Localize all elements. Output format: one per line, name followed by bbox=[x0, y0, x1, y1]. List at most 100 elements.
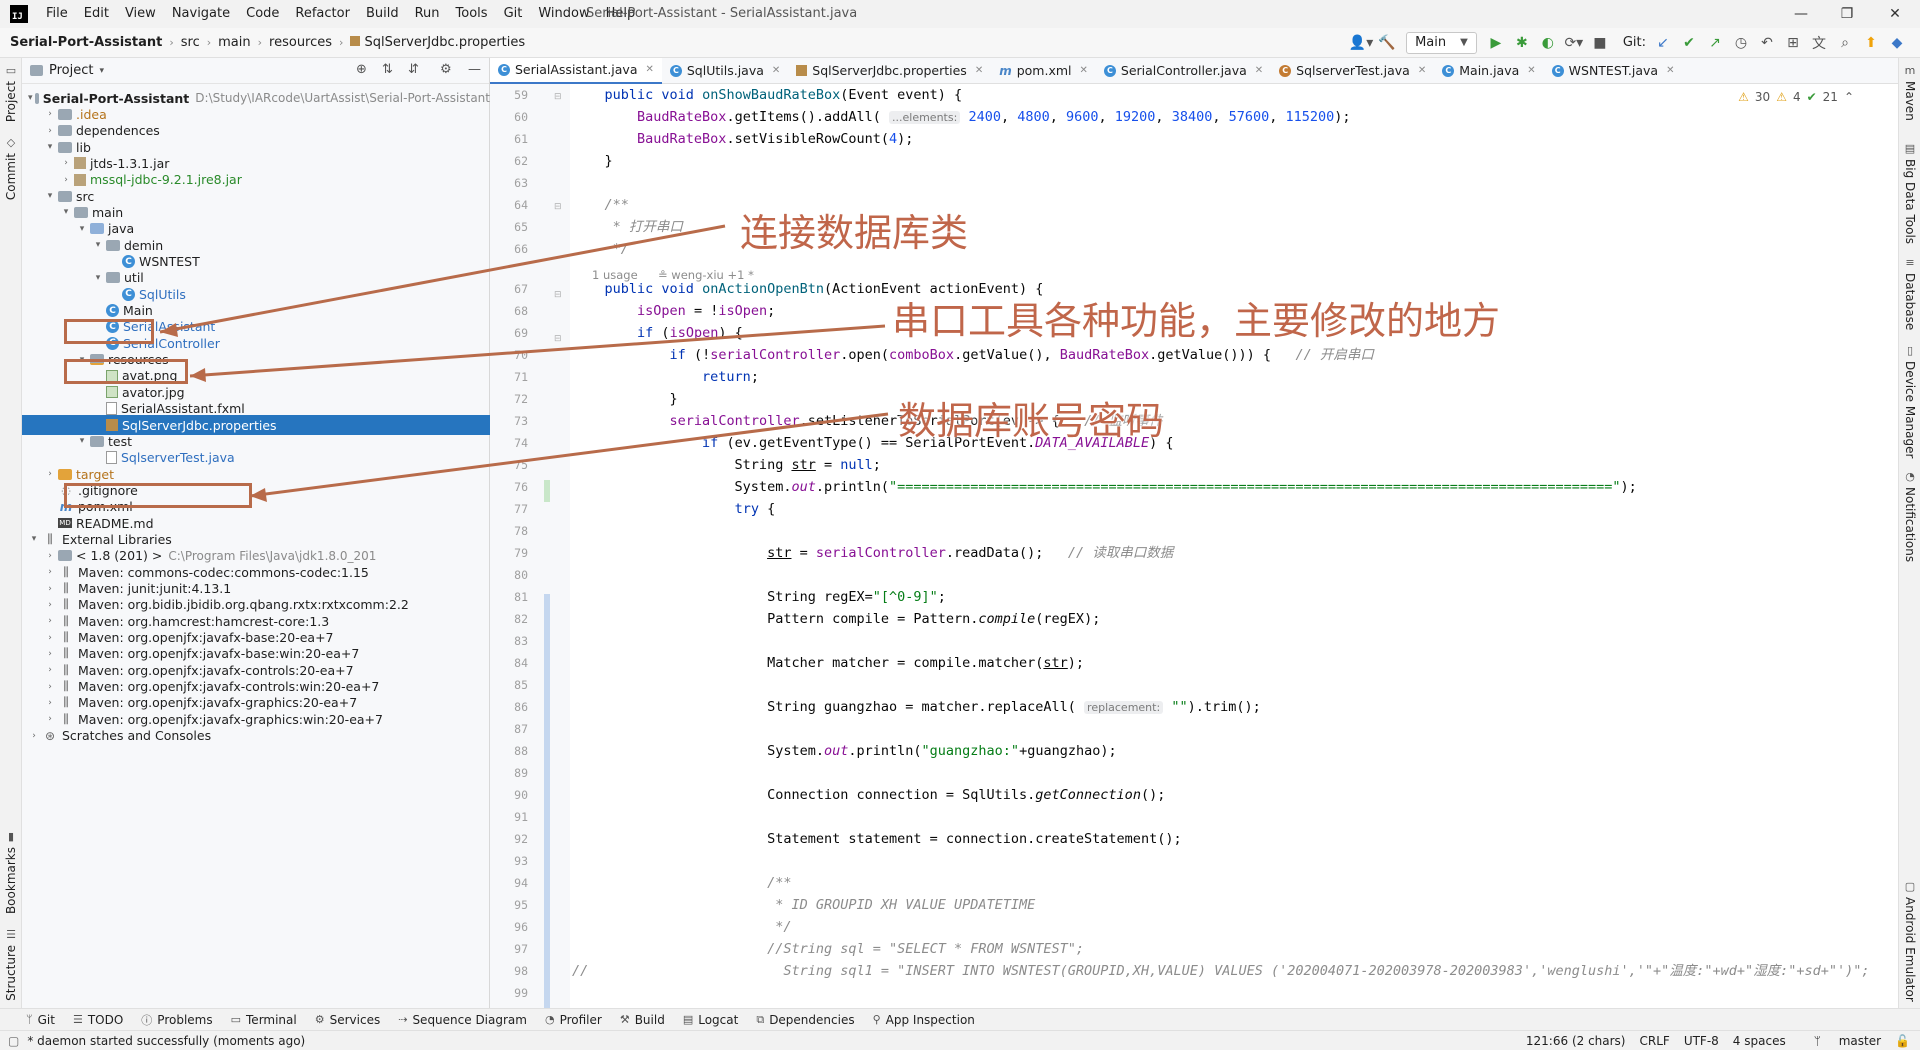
expand-all-icon[interactable]: ⇅ bbox=[382, 62, 393, 77]
git-commit-icon[interactable]: ✔ bbox=[1676, 35, 1702, 51]
profile-icon[interactable]: ⟳▾ bbox=[1561, 35, 1587, 51]
git-push-icon[interactable]: ↗ bbox=[1702, 35, 1728, 51]
chevron-icon[interactable]: › bbox=[28, 731, 40, 741]
run-icon[interactable]: ▶ bbox=[1483, 35, 1509, 51]
close-icon[interactable]: ✕ bbox=[1527, 65, 1535, 76]
tool-sequence-diagram[interactable]: ⇢ Sequence Diagram bbox=[398, 1013, 527, 1027]
translate-icon[interactable]: 文 bbox=[1806, 33, 1832, 53]
build-hammer-icon[interactable]: 🔨 bbox=[1374, 35, 1400, 51]
menu-edit[interactable]: Edit bbox=[76, 0, 117, 28]
chevron-icon[interactable]: ▾ bbox=[92, 273, 104, 283]
chevron-icon[interactable]: ▾ bbox=[44, 142, 56, 152]
menu-build[interactable]: Build bbox=[358, 0, 407, 28]
run-configuration-select[interactable]: Main ▼ bbox=[1406, 31, 1477, 54]
database-tool-tab[interactable]: ≡ Database bbox=[1899, 256, 1920, 330]
chevron-icon[interactable]: › bbox=[44, 567, 56, 577]
tool-git[interactable]: ᛘ Git bbox=[26, 1013, 55, 1027]
chevron-icon[interactable]: › bbox=[44, 698, 56, 708]
close-icon[interactable]: ✕ bbox=[1418, 65, 1426, 76]
chevron-icon[interactable]: › bbox=[60, 175, 72, 185]
chevron-icon[interactable]: ▾ bbox=[76, 224, 88, 234]
chevron-icon[interactable]: › bbox=[44, 665, 56, 675]
editor-tab[interactable]: C SqlserverTest.java ✕ bbox=[1271, 58, 1434, 84]
chevron-icon[interactable]: ▾ bbox=[44, 191, 56, 201]
chevron-icon[interactable]: ▾ bbox=[92, 240, 104, 250]
close-icon[interactable]: ✕ bbox=[645, 64, 653, 75]
fold-icon[interactable]: ⊟ bbox=[554, 202, 562, 212]
menu-git[interactable]: Git bbox=[496, 0, 531, 28]
menu-view[interactable]: View bbox=[117, 0, 164, 28]
notifications-tab[interactable]: ◔ Notifications bbox=[1899, 470, 1920, 562]
collapse-all-icon[interactable]: ⇵ bbox=[408, 62, 419, 77]
fold-icon[interactable]: ⊟ bbox=[554, 290, 562, 300]
tool-todo[interactable]: ☰ TODO bbox=[73, 1013, 123, 1027]
caret-position[interactable]: 121:66 (2 chars) bbox=[1526, 1034, 1626, 1048]
chevron-icon[interactable]: › bbox=[44, 616, 56, 626]
close-icon[interactable]: ✕ bbox=[1666, 65, 1674, 76]
editor-tab[interactable]: C Main.java ✕ bbox=[1434, 58, 1543, 84]
inspection-widget[interactable]: ⚠ 30 ⚠ 4 ✔ 21 ⌃ bbox=[1732, 90, 1854, 104]
select-opened-file-icon[interactable]: ⊕ bbox=[356, 62, 367, 77]
code-editor[interactable]: ⊟ ⊟ ⊟ ⊟ 59 60 61 62 63 64 65 66 67 68 69 70 71 72 73 74… bbox=[490, 84, 1898, 1008]
chevron-icon[interactable]: › bbox=[44, 600, 56, 610]
git-branch[interactable]: ᛘ master bbox=[1800, 1034, 1881, 1048]
menu-code[interactable]: Code bbox=[238, 0, 287, 28]
close-button[interactable]: ✕ bbox=[1872, 0, 1918, 28]
tool-build[interactable]: ⚒ Build bbox=[620, 1013, 665, 1027]
menu-file[interactable]: File bbox=[38, 0, 76, 28]
close-icon[interactable]: ✕ bbox=[975, 65, 983, 76]
maven-tool-tab[interactable]: m Maven bbox=[1899, 64, 1920, 121]
chevron-down-icon[interactable]: ▾ bbox=[99, 66, 104, 76]
fold-icon[interactable]: ⊟ bbox=[554, 334, 562, 344]
bookmarks-tool-tab[interactable]: ▮ Bookmarks bbox=[0, 830, 22, 914]
code-with-me-icon[interactable]: ◆ bbox=[1884, 35, 1910, 51]
chevron-icon[interactable]: ▾ bbox=[28, 93, 33, 103]
stop-icon[interactable]: ■ bbox=[1587, 35, 1613, 51]
coverage-icon[interactable]: ◐ bbox=[1535, 35, 1561, 51]
editor-tab[interactable]: C SerialAssistant.java ✕ bbox=[490, 57, 662, 84]
chevron-icon[interactable]: ▾ bbox=[60, 207, 72, 217]
chevron-icon[interactable]: › bbox=[44, 633, 56, 643]
editor-tab[interactable]: C SerialController.java ✕ bbox=[1096, 58, 1271, 84]
author-hint[interactable]: ≗ weng-xiu +1 * bbox=[658, 266, 754, 284]
line-separator[interactable]: CRLF bbox=[1640, 1034, 1670, 1048]
menu-run[interactable]: Run bbox=[407, 0, 448, 28]
breadcrumb-item[interactable]: resources bbox=[265, 35, 336, 50]
chevron-icon[interactable]: › bbox=[44, 714, 56, 724]
tree-item[interactable]: › ⊛ Scratches and Consoles bbox=[22, 726, 490, 746]
chevron-icon[interactable]: › bbox=[44, 649, 56, 659]
chevron-icon[interactable]: › bbox=[44, 584, 56, 594]
tool-terminal[interactable]: ▭ Terminal bbox=[231, 1013, 297, 1027]
menu-refactor[interactable]: Refactor bbox=[287, 0, 358, 28]
chevron-icon[interactable]: › bbox=[44, 469, 56, 479]
chevron-icon[interactable]: › bbox=[60, 158, 72, 168]
tool-app-inspection[interactable]: ⚲ App Inspection bbox=[873, 1013, 975, 1027]
debug-icon[interactable]: ✱ bbox=[1509, 35, 1535, 51]
menu-tools[interactable]: Tools bbox=[448, 0, 496, 28]
structure-icon[interactable]: ⊞ bbox=[1780, 35, 1806, 51]
tool-profiler[interactable]: ◔ Profiler bbox=[545, 1013, 602, 1027]
chevron-icon[interactable]: › bbox=[44, 126, 56, 136]
editor-tab[interactable]: m pom.xml ✕ bbox=[991, 58, 1096, 84]
user-icon[interactable]: 👤▾ bbox=[1348, 35, 1374, 51]
project-tool-tab[interactable]: ▭ Project bbox=[0, 64, 22, 122]
gear-icon[interactable]: ⚙ bbox=[440, 62, 452, 77]
fold-icon[interactable]: ⊟ bbox=[554, 92, 562, 102]
close-icon[interactable]: ✕ bbox=[1080, 65, 1088, 76]
maximize-button[interactable]: ❐ bbox=[1824, 0, 1870, 28]
status-message[interactable]: * daemon started successfully (moments a… bbox=[27, 1034, 305, 1048]
tool-services[interactable]: ⚙ Services bbox=[315, 1013, 380, 1027]
editor-tab[interactable]: SqlServerJdbc.properties ✕ bbox=[788, 58, 991, 84]
android-emulator-tab[interactable]: ▢ Android Emulator bbox=[1899, 880, 1920, 1002]
breadcrumb-root[interactable]: Serial-Port-Assistant bbox=[0, 35, 166, 50]
history-icon[interactable]: ◷ bbox=[1728, 35, 1754, 51]
chevron-icon[interactable]: › bbox=[44, 109, 56, 119]
chevron-icon[interactable]: › bbox=[44, 551, 56, 561]
update-icon[interactable]: ⬆ bbox=[1858, 35, 1884, 51]
hide-panel-icon[interactable]: — bbox=[468, 62, 481, 77]
editor-tab[interactable]: C SqlUtils.java ✕ bbox=[662, 58, 788, 84]
breadcrumb-item[interactable]: src bbox=[177, 35, 204, 50]
project-panel-title[interactable]: Project bbox=[49, 63, 93, 78]
usage-hint[interactable]: 1 usage bbox=[592, 266, 638, 284]
chevron-icon[interactable]: › bbox=[44, 682, 56, 692]
